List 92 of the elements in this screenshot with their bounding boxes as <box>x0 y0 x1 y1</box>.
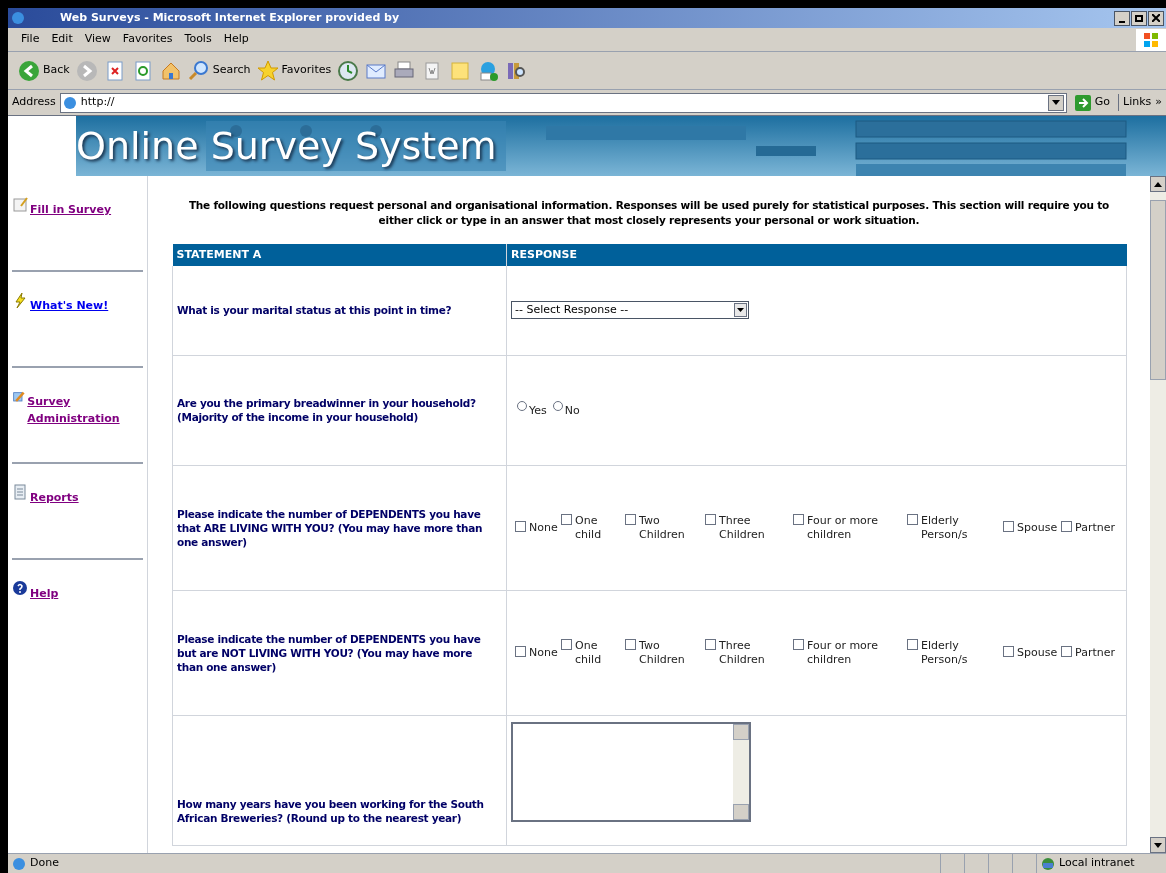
arrow-icon <box>1074 94 1091 111</box>
search-button[interactable]: Search <box>187 59 251 82</box>
status-text: Done <box>30 855 59 872</box>
checkbox[interactable] <box>907 638 918 650</box>
option-label: Two Children <box>639 513 686 542</box>
sidebar-link[interactable]: Help <box>30 586 59 603</box>
text-area[interactable] <box>511 721 751 822</box>
question-text: How many years have you been working for the South African Breweries? (Round up to the nearest year) <box>177 797 484 824</box>
option-label: Spouse <box>1017 520 1058 535</box>
menu-item[interactable]: File <box>16 31 45 48</box>
lightning-icon <box>12 292 28 308</box>
checkbox[interactable] <box>793 513 804 525</box>
checkbox[interactable] <box>705 513 716 525</box>
checkbox[interactable] <box>1061 645 1072 657</box>
option-label: Partner <box>1075 520 1115 535</box>
close-button[interactable] <box>1148 10 1164 26</box>
checkbox[interactable] <box>705 638 716 650</box>
radio-button[interactable] <box>517 400 527 411</box>
caret-icon <box>1051 100 1060 105</box>
menu-item[interactable]: Tools <box>179 31 217 48</box>
option-label: None <box>529 520 558 535</box>
checkbox[interactable] <box>1003 645 1014 657</box>
page-icon <box>12 856 26 871</box>
checkbox[interactable] <box>625 638 636 650</box>
note-icon <box>12 196 28 212</box>
messenger-icon[interactable] <box>477 59 500 82</box>
menu-item[interactable]: View <box>79 31 116 48</box>
option-label: Spouse <box>1017 645 1058 660</box>
checkbox[interactable] <box>1061 520 1072 532</box>
search-icon <box>187 59 210 82</box>
option-label: Partner <box>1075 645 1115 660</box>
option-label: One child <box>575 638 603 667</box>
window-title: Web Surveys - Microsoft Internet Explorer provided by <box>60 9 400 26</box>
question-text: What is your marital status at this point in time? <box>177 304 452 317</box>
help-icon <box>12 580 28 596</box>
sidebar-link[interactable]: Reports <box>30 490 79 507</box>
sidebar-link[interactable]: What's New! <box>30 298 109 315</box>
caret-down-icon <box>1154 842 1162 848</box>
question-text: Please indicate the number of DEPENDENTS you have but are NOT LIVING WITH YOU? (You may have more than one answer) <box>177 632 481 673</box>
checkbox[interactable] <box>561 513 572 525</box>
question-text: Please indicate the number of DEPENDENTS you have that ARE LIVING WITH YOU? (You may have more than one answer) <box>177 507 483 548</box>
chevron-button[interactable]: » <box>1155 94 1166 111</box>
menu-item[interactable]: Help <box>218 31 254 48</box>
option-label: Yes <box>529 402 547 419</box>
address-field[interactable]: http:// <box>59 92 1067 113</box>
sidebar-link[interactable]: Fill in Survey <box>30 202 112 219</box>
column-header: RESPONSE <box>506 244 1127 266</box>
go-button[interactable]: Go <box>1070 94 1114 111</box>
menu-item[interactable]: Favorites <box>117 31 178 48</box>
menu-item[interactable]: Edit <box>46 31 78 48</box>
favorites-button[interactable]: Favorites <box>256 59 332 82</box>
close-icon <box>1152 14 1160 22</box>
browser-icon <box>11 11 25 25</box>
caret-icon <box>737 308 744 313</box>
address-label: Address <box>12 94 56 111</box>
star-icon <box>256 59 279 82</box>
page-icon <box>62 95 77 110</box>
column-header: STATEMENT A <box>172 244 507 266</box>
checkbox[interactable] <box>907 513 918 525</box>
clock-icon[interactable] <box>337 59 360 82</box>
back-button[interactable]: Back <box>18 59 70 82</box>
checkbox[interactable] <box>625 513 636 525</box>
option-label: Four or more children <box>807 513 879 542</box>
option-label: Three Children <box>719 513 766 542</box>
option-label: One child <box>575 513 603 542</box>
checkbox[interactable] <box>515 645 526 657</box>
option-label: None <box>529 645 558 660</box>
scrollbar[interactable] <box>1150 176 1166 853</box>
zone-text: Local intranet <box>1059 855 1135 872</box>
checkbox[interactable] <box>793 638 804 650</box>
banner-title: Online Survey System <box>76 124 497 168</box>
intro-paragraph: The following questions request personal and organisational information. Responses will be used purely for statistical purposes. This section will require you to either click or type in an answer that most closely represents your personal or work situation. <box>187 198 1111 228</box>
checkbox[interactable] <box>515 520 526 532</box>
restore-button[interactable] <box>1131 10 1147 26</box>
caret-up-icon <box>1154 181 1162 187</box>
checkbox[interactable] <box>561 638 572 650</box>
minimize-button[interactable] <box>1114 10 1130 26</box>
option-label: Elderly Person/s <box>921 638 969 667</box>
option-label: Four or more children <box>807 638 879 667</box>
links-button[interactable]: Links <box>1118 94 1152 111</box>
sidebar-link[interactable]: Survey Administration <box>27 394 143 427</box>
option-label: Three Children <box>719 638 766 667</box>
question-text: Are you the primary breadwinner in your household? (Majority of the income in your household) <box>177 397 476 423</box>
windows-logo-icon <box>1136 28 1166 51</box>
document-icon <box>12 484 28 500</box>
option-label: Elderly Person/s <box>921 513 969 542</box>
checkbox[interactable] <box>1003 520 1014 532</box>
option-label: Two Children <box>639 638 686 667</box>
radio-button[interactable] <box>552 400 563 411</box>
option-label: No <box>564 402 580 419</box>
intranet-icon <box>1041 856 1055 871</box>
dropdown[interactable]: -- Select Response -- <box>511 301 749 320</box>
